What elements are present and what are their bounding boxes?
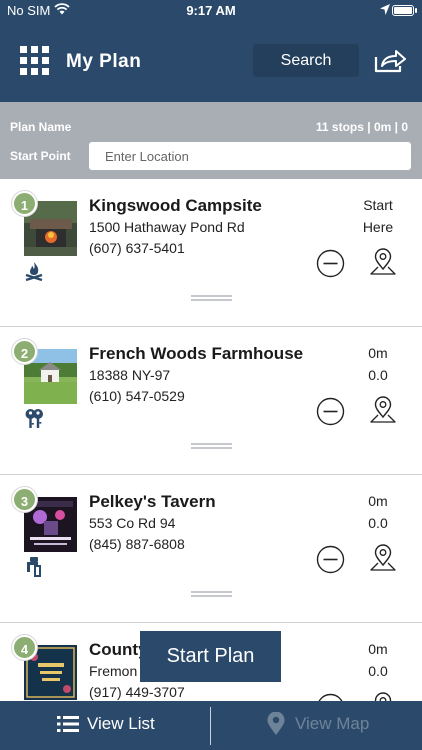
stop-name[interactable]: French Woods Farmhouse	[89, 344, 303, 364]
remove-circle-icon[interactable]	[316, 249, 345, 278]
battery-icon	[392, 5, 414, 16]
drag-handle[interactable]	[191, 295, 232, 301]
search-button[interactable]: Search	[253, 44, 359, 77]
campfire-icon	[25, 262, 43, 282]
stop-time: 0.0	[368, 367, 388, 383]
location-arrow-icon	[380, 4, 390, 15]
view-list-tab[interactable]: View List	[0, 701, 210, 750]
keys-icon	[25, 409, 43, 428]
stop-number-badge: 3	[12, 487, 37, 512]
start-point-label: Start Point	[10, 149, 71, 163]
view-list-label: View List	[87, 714, 155, 733]
remove-circle-icon[interactable]	[316, 545, 345, 574]
stop-phone[interactable]: (917) 449-3707	[89, 684, 185, 700]
stop-time: 0.0	[368, 663, 388, 679]
status-bar: No SIM 9:17 AM	[0, 0, 422, 22]
remove-circle-icon[interactable]	[316, 397, 345, 426]
stop-address: Fremon	[89, 663, 138, 679]
stop-time: 0.0	[368, 515, 388, 531]
plan-name-label: Plan Name	[10, 120, 72, 134]
stop-address: 18388 NY-97	[89, 367, 171, 383]
battery-tip	[415, 8, 417, 13]
stop-phone[interactable]: (610) 547-0529	[89, 388, 185, 404]
map-marker-icon	[267, 712, 285, 735]
stop-name[interactable]: Kingswood Campsite	[89, 196, 262, 216]
stop-phone[interactable]: (845) 887-6808	[89, 536, 185, 552]
stop-distance: 0m	[368, 641, 388, 657]
start-plan-button[interactable]: Start Plan	[140, 631, 281, 682]
stop-address: 553 Co Rd 94	[89, 515, 176, 531]
stop-number-badge: 4	[12, 635, 37, 660]
drag-handle[interactable]	[191, 591, 232, 597]
view-map-tab[interactable]: View Map	[212, 701, 422, 750]
nav-divider	[210, 707, 211, 745]
stop-item[interactable]: 2 French Woods Farmhouse 18388 NY-97 (61…	[0, 328, 422, 475]
view-map-label: View Map	[295, 714, 370, 733]
stop-number-badge: 1	[12, 191, 37, 216]
stop-name[interactable]: Pelkey's Tavern	[89, 492, 216, 512]
stop-item[interactable]: 3 Pelkey's Tavern 553 Co Rd 94 (845) 887…	[0, 476, 422, 623]
stop-address: 1500 Hathaway Pond Rd	[89, 219, 245, 235]
stop-distance: Start	[363, 197, 393, 213]
map-pin-icon[interactable]	[368, 247, 398, 279]
start-location-input[interactable]	[89, 142, 411, 170]
stop-time: Here	[362, 219, 394, 235]
bottom-nav: View List View Map	[0, 701, 422, 750]
grid-menu-icon[interactable]	[20, 46, 50, 76]
map-pin-icon[interactable]	[368, 543, 398, 575]
share-icon[interactable]	[373, 48, 407, 74]
plan-stats: 11 stops | 0m | 0	[315, 120, 408, 134]
stop-distance: 0m	[368, 493, 388, 509]
status-time: 9:17 AM	[186, 3, 236, 18]
map-pin-icon[interactable]	[368, 395, 398, 427]
drag-handle[interactable]	[191, 443, 232, 449]
stop-item[interactable]: 1 Kingswood Campsite 1500 Hathaway Pond …	[0, 180, 422, 327]
beer-tap-icon	[27, 557, 41, 577]
stop-distance: 0m	[368, 345, 388, 361]
stop-number-badge: 2	[12, 339, 37, 364]
stop-phone[interactable]: (607) 637-5401	[89, 240, 185, 256]
stop-name[interactable]: County	[89, 640, 148, 660]
page-title: My Plan	[66, 51, 142, 72]
list-icon	[57, 716, 79, 732]
plan-info-bar: Plan Name 11 stops | 0m | 0 Start Point	[0, 102, 422, 179]
app-header: My Plan Search	[0, 22, 422, 102]
